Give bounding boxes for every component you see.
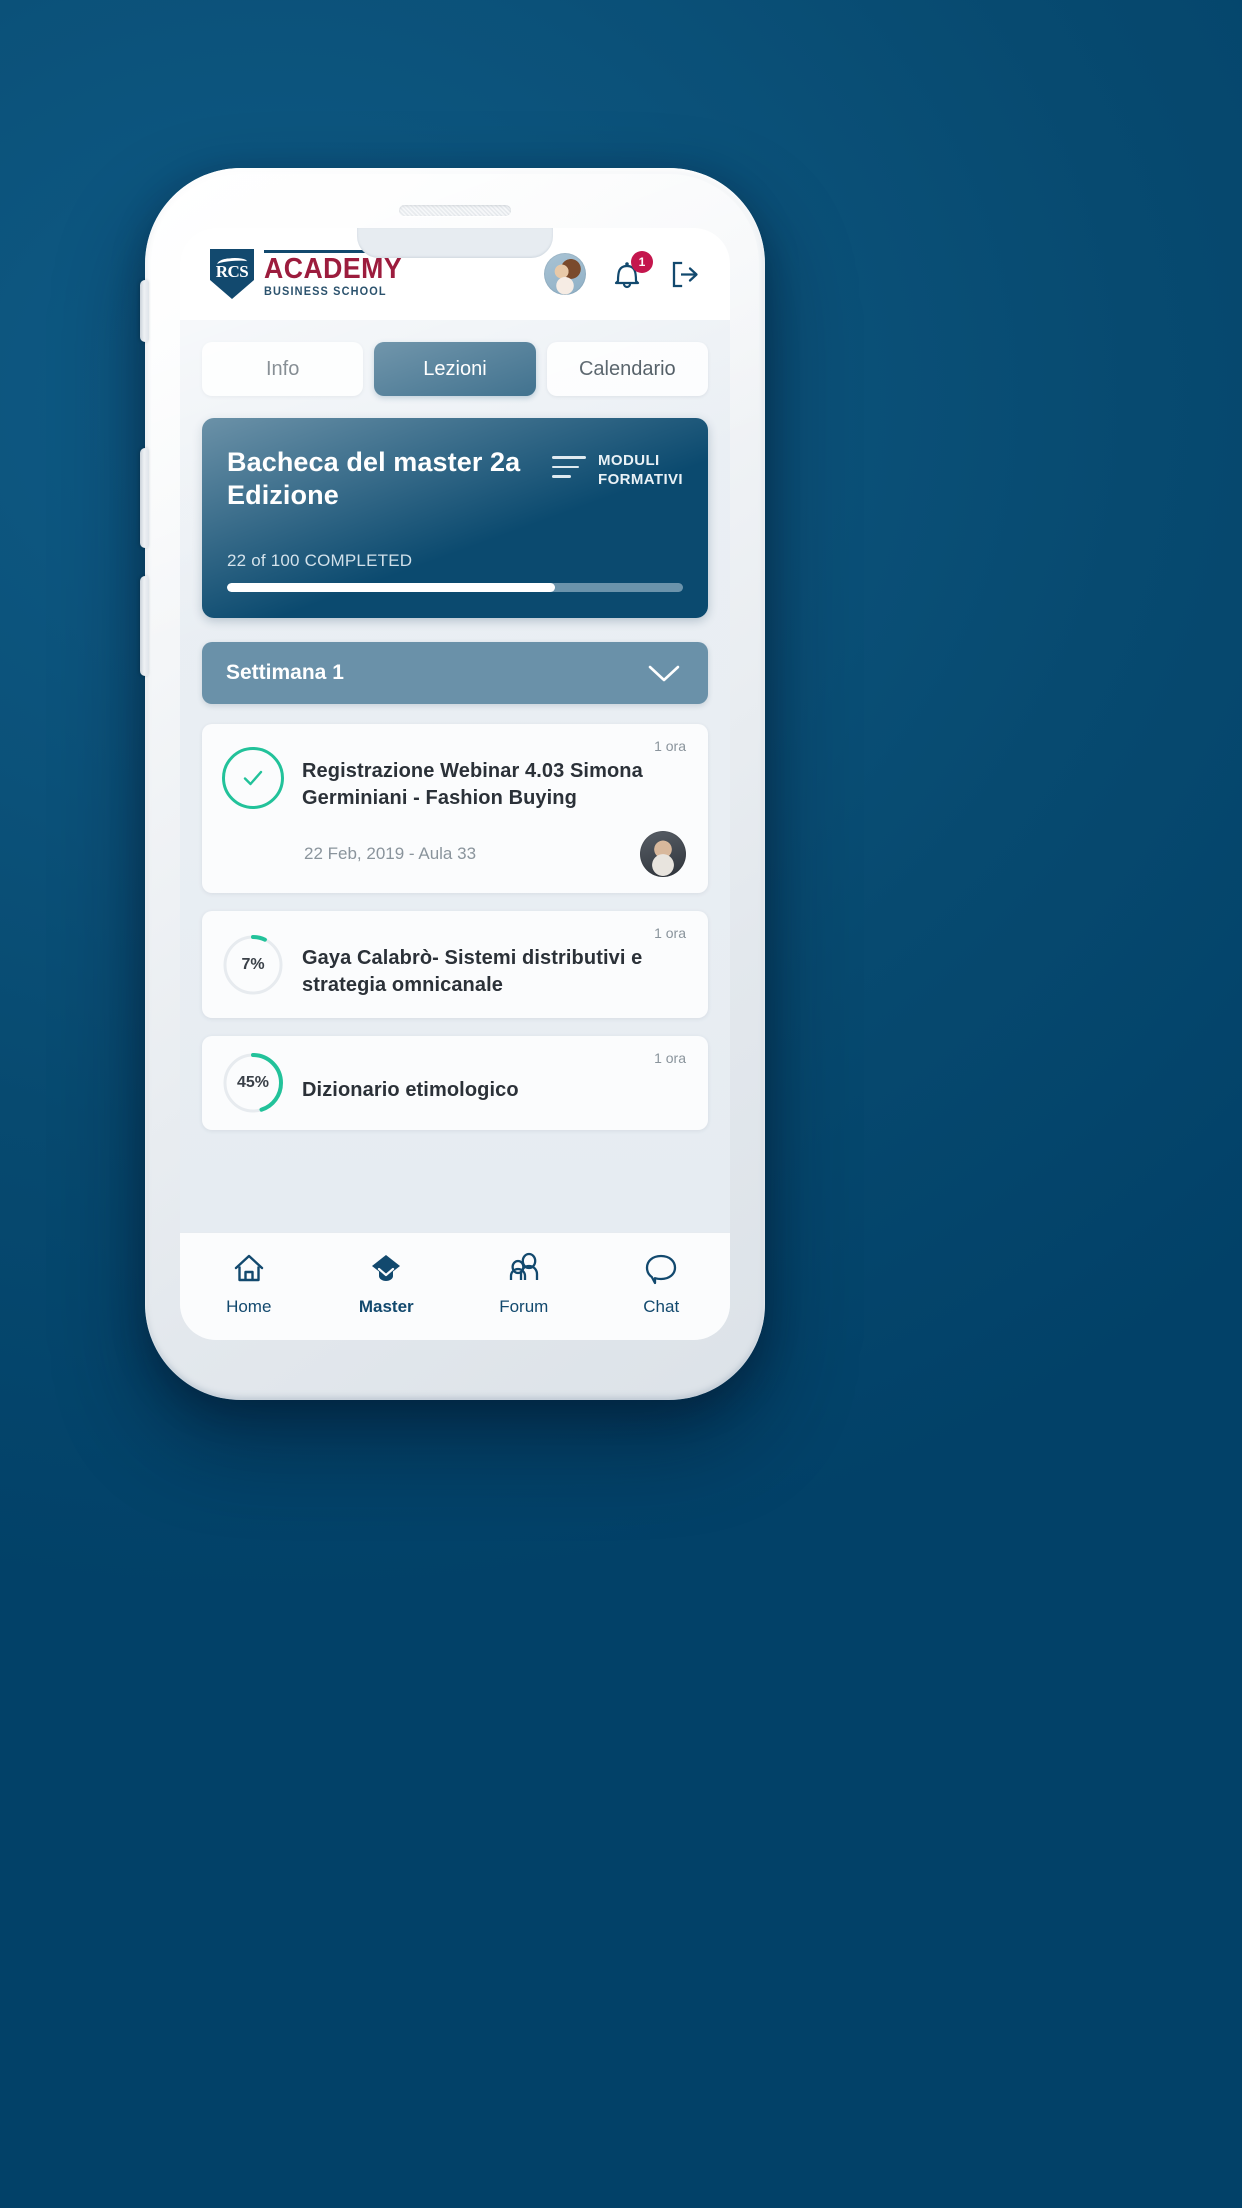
section-tabs: Info Lezioni Calendario bbox=[202, 342, 708, 396]
lesson-card[interactable]: 1 ora 45% Dizionario etimologico bbox=[202, 1036, 708, 1131]
tab-calendario[interactable]: Calendario bbox=[546, 342, 708, 396]
master-summary-card: Bacheca del master 2a Edizione MODULI FO… bbox=[202, 418, 708, 618]
chat-bubble-icon bbox=[646, 1254, 677, 1285]
lesson-title: Registrazione Webinar 4.03 Simona Germin… bbox=[302, 759, 643, 809]
scroll-body: Info Lezioni Calendario Bacheca del mast… bbox=[180, 320, 730, 1232]
logout-button[interactable] bbox=[668, 256, 702, 292]
screen-notch bbox=[357, 228, 553, 258]
nav-item-chat[interactable]: Chat bbox=[593, 1250, 731, 1317]
volume-up-button[interactable] bbox=[140, 448, 149, 548]
lesson-duration: 1 ora bbox=[654, 925, 686, 942]
logo-academy-text: ACADEMY bbox=[264, 253, 403, 285]
nav-label: Chat bbox=[643, 1297, 680, 1316]
nav-item-master[interactable]: Master bbox=[318, 1250, 456, 1317]
earpiece-speaker-grille bbox=[399, 205, 511, 216]
lesson-progress-ring: 45% bbox=[222, 1052, 284, 1114]
lesson-duration: 1 ora bbox=[654, 737, 686, 754]
home-icon bbox=[234, 1254, 263, 1282]
lesson-completed-check bbox=[222, 746, 284, 809]
nav-label: Master bbox=[358, 1297, 414, 1316]
week-label: Settimana 1 bbox=[226, 660, 344, 684]
master-card-title: Bacheca del master 2a Edizione bbox=[227, 447, 521, 511]
tab-info[interactable]: Info bbox=[202, 342, 364, 396]
moduli-formativi-label: MODULI FORMATIVI bbox=[598, 452, 683, 489]
lesson-title: Dizionario etimologico bbox=[302, 1079, 519, 1102]
header-actions: 1 bbox=[544, 251, 702, 295]
phone-screen: RCS ACADEMY BUSINESS SCHOOL 1 Info Lezio… bbox=[180, 228, 730, 1340]
notification-badge: 1 bbox=[631, 251, 653, 273]
people-icon bbox=[509, 1252, 538, 1280]
phone-device: RCS ACADEMY BUSINESS SCHOOL 1 Info Lezio… bbox=[140, 168, 765, 1400]
nav-label: Forum bbox=[499, 1297, 549, 1316]
logo-school-text: BUSINESS SCHOOL bbox=[264, 286, 387, 298]
rcs-shield-icon: RCS bbox=[210, 249, 254, 299]
lesson-footer: 22 Feb, 2019 - Aula 33 bbox=[222, 831, 686, 878]
nav-item-forum[interactable]: Forum bbox=[455, 1250, 593, 1317]
sort-lines-icon bbox=[552, 451, 587, 478]
avatar[interactable] bbox=[544, 253, 586, 295]
teacher-avatar bbox=[640, 831, 686, 878]
silent-switch-button[interactable] bbox=[140, 280, 149, 342]
nav-item-home[interactable]: Home bbox=[180, 1250, 318, 1317]
master-progress-bar-fill bbox=[227, 582, 556, 592]
logout-icon bbox=[672, 261, 698, 288]
lesson-progress-percent: 7% bbox=[241, 955, 265, 973]
background-backdrop: RCS ACADEMY BUSINESS SCHOOL 1 Info Lezio… bbox=[0, 0, 1242, 2208]
bottom-navigation: Home Master Forum Chat bbox=[180, 1232, 730, 1340]
lesson-main-row: Registrazione Webinar 4.03 Simona Germin… bbox=[222, 740, 686, 815]
master-progress-bar bbox=[227, 582, 683, 592]
master-card-header: Bacheca del master 2a Edizione MODULI FO… bbox=[227, 446, 683, 513]
volume-down-button[interactable] bbox=[140, 576, 149, 676]
lesson-meta: 22 Feb, 2019 - Aula 33 bbox=[304, 844, 477, 864]
lesson-main-row: 7% Gaya Calabrò- Sistemi distributivi e … bbox=[222, 927, 686, 1002]
lesson-progress-percent: 45% bbox=[236, 1074, 270, 1092]
nav-label: Home bbox=[226, 1297, 272, 1316]
master-progress-label: 22 of 100 COMPLETED bbox=[227, 550, 413, 570]
week-accordion-header[interactable]: Settimana 1 bbox=[202, 641, 708, 704]
lesson-title: Gaya Calabrò- Sistemi distributivi e str… bbox=[302, 947, 643, 996]
lesson-main-row: 45% Dizionario etimologico bbox=[222, 1052, 686, 1114]
lesson-duration: 1 ora bbox=[654, 1050, 686, 1067]
chevron-down-icon bbox=[648, 665, 680, 682]
notifications-button[interactable]: 1 bbox=[610, 251, 653, 292]
lesson-card[interactable]: 1 ora Registrazione Webinar 4.03 Simona … bbox=[202, 723, 708, 894]
tab-lezioni[interactable]: Lezioni bbox=[374, 342, 536, 396]
check-icon bbox=[243, 770, 263, 785]
lesson-progress-ring: 7% bbox=[222, 934, 284, 996]
graduation-cap-icon bbox=[372, 1255, 401, 1281]
moduli-formativi-button[interactable]: MODULI FORMATIVI bbox=[552, 446, 683, 489]
lesson-card[interactable]: 1 ora 7% Gaya Calabrò- Sistemi distribut… bbox=[202, 911, 708, 1019]
